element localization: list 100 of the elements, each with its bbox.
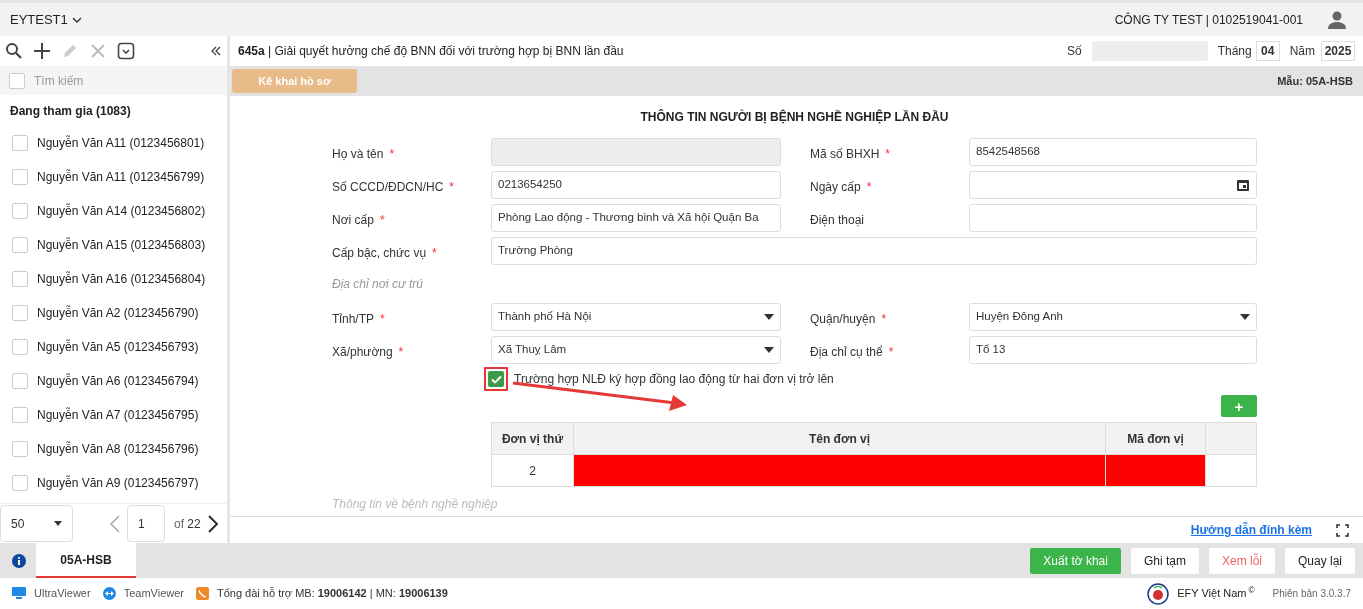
required-mark: * bbox=[881, 311, 887, 328]
table-cell: 2 bbox=[491, 454, 574, 487]
required-mark: * bbox=[888, 344, 894, 361]
year-field[interactable]: 2025 bbox=[1321, 41, 1355, 61]
checkbox[interactable] bbox=[12, 441, 28, 457]
action-button[interactable]: Quay lại bbox=[1284, 547, 1355, 574]
page-size-select[interactable]: 50 bbox=[0, 505, 73, 542]
unit-code-cell[interactable] bbox=[1105, 454, 1206, 487]
required-mark: * bbox=[379, 212, 385, 229]
chevron-down-icon bbox=[71, 15, 82, 24]
required-mark: * bbox=[449, 179, 454, 196]
phone-icon bbox=[196, 587, 209, 600]
previous-icon[interactable] bbox=[109, 514, 121, 533]
field-label: Điện thoại bbox=[810, 212, 865, 229]
number-label: Số bbox=[1066, 43, 1082, 60]
employee-item[interactable]: Nguyễn Văn A16 (0123456804) bbox=[0, 262, 227, 296]
checkbox[interactable] bbox=[12, 339, 28, 355]
section-label: Thông tin về bệnh nghề nghiệp bbox=[332, 496, 499, 513]
pencil-icon[interactable] bbox=[61, 42, 79, 60]
employee-item[interactable]: Nguyễn Văn A7 (0123456795) bbox=[0, 398, 227, 432]
checkbox[interactable] bbox=[12, 475, 28, 491]
select-field[interactable]: Thành phố Hà Nội bbox=[491, 303, 781, 331]
guide-link[interactable]: Hướng dẫn đính kèm bbox=[1190, 521, 1312, 539]
dropdown-icon[interactable] bbox=[1240, 314, 1250, 320]
required-mark: * bbox=[866, 179, 872, 196]
checkbox-label[interactable]: Trường hợp NLĐ ký hợp đồng lao động từ hai đơn vị trở lên bbox=[514, 370, 834, 388]
input-field[interactable]: 0213654250 bbox=[491, 171, 781, 199]
required-mark: * bbox=[398, 344, 404, 361]
field-label: Quận/huyện bbox=[810, 311, 876, 328]
employee-item[interactable]: Nguyễn Văn A8 (0123456796) bbox=[0, 432, 227, 466]
search-field[interactable]: Tìm kiếm bbox=[34, 66, 227, 95]
field-label: Mã số BHXH bbox=[810, 146, 880, 163]
checkbox[interactable] bbox=[12, 305, 28, 321]
section-label: Địa chỉ nơi cư trú bbox=[332, 276, 424, 293]
account-dropdown[interactable]: EYTEST1 bbox=[10, 9, 82, 30]
input-field[interactable]: Trường Phòng bbox=[491, 237, 1257, 265]
field-label: Địa chỉ cụ thể bbox=[810, 344, 883, 361]
employee-item[interactable]: Nguyễn Văn A15 (0123456803) bbox=[0, 228, 227, 262]
field-label: Xã/phường bbox=[332, 344, 393, 361]
unit-name-cell[interactable] bbox=[573, 454, 1106, 487]
close-icon[interactable] bbox=[89, 42, 107, 60]
employee-item[interactable]: Nguyễn Văn A9 (0123456797) bbox=[0, 466, 227, 500]
page-field[interactable]: 1 bbox=[127, 505, 165, 542]
version-text: Phiên bản 3.0.3.7 bbox=[1272, 587, 1351, 601]
next-icon[interactable] bbox=[206, 514, 219, 533]
support-hotline: Tổng đài hỗ trợ MB: 19006142 | MN: 19006139 bbox=[217, 586, 448, 602]
month-label: Tháng bbox=[1217, 43, 1252, 60]
chevron-square-icon[interactable] bbox=[117, 42, 135, 60]
employee-item[interactable]: Nguyễn Văn A11 (0123456799) bbox=[0, 160, 227, 194]
checkbox[interactable] bbox=[12, 169, 28, 185]
form-title: 645a | Giải quyết hưởng chế độ BNN đối với trường hợp bị BNN lần đầu bbox=[238, 43, 624, 60]
checkbox[interactable] bbox=[12, 271, 28, 287]
tab[interactable]: 05A-HSB bbox=[36, 543, 136, 578]
dropdown-icon[interactable] bbox=[764, 314, 774, 320]
employee-item[interactable]: Nguyễn Văn A14 (0123456802) bbox=[0, 194, 227, 228]
checkbox[interactable] bbox=[12, 135, 28, 151]
input-field[interactable]: 8542548568 bbox=[969, 138, 1257, 166]
checkbox[interactable] bbox=[12, 373, 28, 389]
action-button[interactable]: Ghi tạm bbox=[1130, 547, 1199, 574]
info-icon[interactable] bbox=[12, 553, 26, 568]
input-field[interactable] bbox=[969, 204, 1257, 232]
arrows-circle-icon bbox=[102, 587, 116, 600]
checkbox[interactable] bbox=[12, 407, 28, 423]
required-mark: * bbox=[380, 311, 385, 328]
search-icon[interactable] bbox=[5, 42, 23, 60]
year-label: Năm bbox=[1289, 43, 1315, 60]
column-header: Đơn vị thứ bbox=[491, 422, 574, 455]
required-mark: * bbox=[885, 146, 891, 163]
checkbox[interactable] bbox=[12, 203, 28, 219]
required-mark: * bbox=[432, 245, 437, 262]
select-field[interactable]: Xã Thuỵ Lâm bbox=[491, 336, 781, 364]
calendar-icon[interactable] bbox=[1236, 178, 1250, 192]
column-header: Mã đơn vị bbox=[1105, 422, 1206, 455]
checkbox[interactable] bbox=[12, 237, 28, 253]
page-total: of 22 bbox=[174, 515, 201, 533]
employee-item[interactable]: Nguyễn Văn A2 (0123456790) bbox=[0, 296, 227, 330]
remote-support-link[interactable]: TeamViewer bbox=[123, 585, 184, 602]
remote-support-link[interactable]: UltraViewer bbox=[34, 585, 91, 602]
date-field[interactable] bbox=[969, 171, 1257, 199]
dropdown-icon[interactable] bbox=[764, 347, 774, 353]
field-label: Cấp bậc, chức vụ bbox=[332, 245, 427, 262]
field-label: Số CCCD/ĐDCN/HC bbox=[332, 179, 444, 196]
company-name: CÔNG TY TEST | 0102519041-001 bbox=[1114, 11, 1303, 29]
select-field[interactable]: Huyện Đông Anh bbox=[969, 303, 1257, 331]
add-icon[interactable] bbox=[33, 42, 51, 60]
input-field[interactable]: Phòng Lao động - Thương binh và Xã hội Quận Ba bbox=[491, 204, 781, 232]
form-heading: THÔNG TIN NGƯỜI BỊ BỆNH NGHỀ NGHIỆP LẦN ĐẦU bbox=[639, 108, 950, 126]
field-label: Họ và tên bbox=[332, 146, 384, 163]
user-icon[interactable] bbox=[1327, 9, 1347, 30]
caret-down-icon bbox=[54, 521, 62, 526]
employee-item[interactable]: Nguyễn Văn A6 (0123456794) bbox=[0, 364, 227, 398]
collapse-icon[interactable] bbox=[210, 45, 222, 57]
input-field[interactable]: Tổ 13 bbox=[969, 336, 1257, 364]
vendor-name: EFY Việt Nam $^{©}$ bbox=[1177, 585, 1255, 602]
field-label: Tỉnh/TP bbox=[332, 311, 374, 328]
employee-item[interactable]: Nguyễn Văn A11 (0123456801) bbox=[0, 126, 227, 160]
month-field[interactable]: 04 bbox=[1255, 41, 1280, 61]
employee-item[interactable]: Nguyễn Văn A5 (0123456793) bbox=[0, 330, 227, 364]
fullscreen-icon[interactable] bbox=[1336, 523, 1349, 537]
select-all-checkbox[interactable] bbox=[9, 72, 25, 89]
